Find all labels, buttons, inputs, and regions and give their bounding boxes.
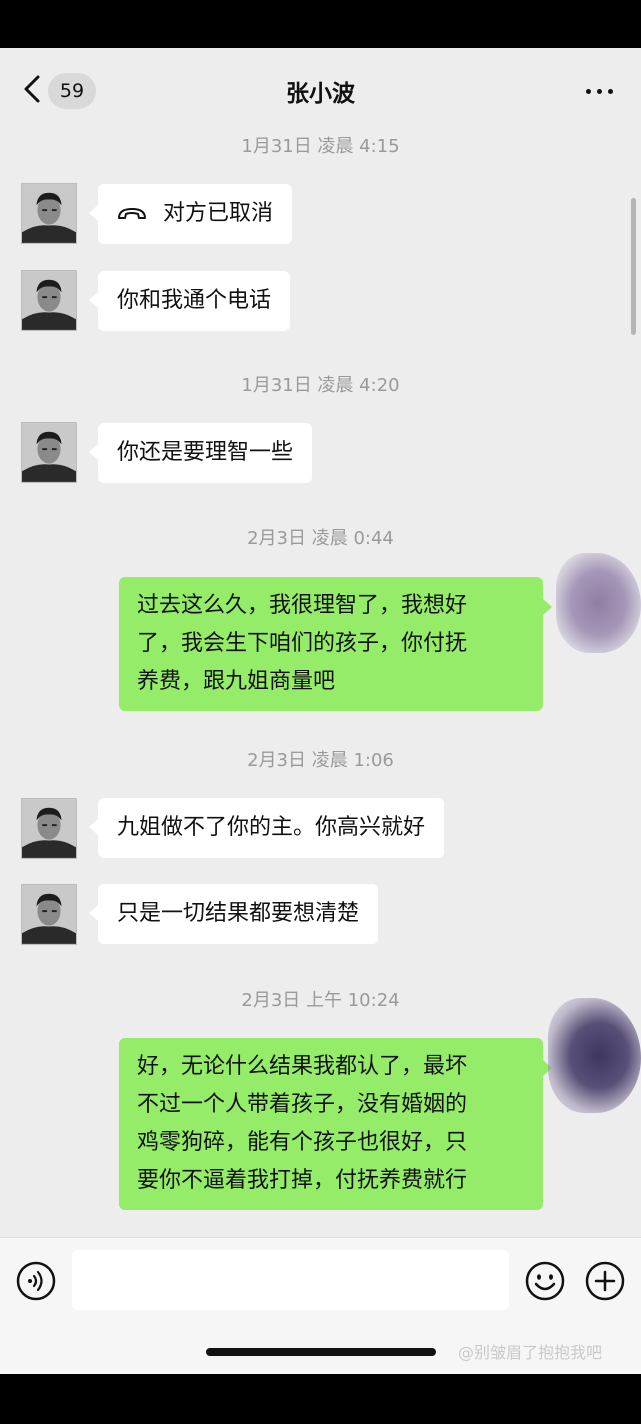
bottom-frame	[0, 1374, 641, 1424]
message-line: 养费，跟九姐商量吧	[137, 669, 336, 694]
chat-header: 59 张小波	[0, 48, 641, 126]
redacted-avatar	[556, 553, 641, 653]
message-line: 好，无论什么结果我都认了，最坏	[137, 1054, 468, 1079]
chat-title: 张小波	[286, 81, 355, 107]
incoming-message-bubble[interactable]: 你和我通个电话	[88, 271, 291, 331]
message-line: 要你不逼着我打掉，付抚养费就行	[137, 1168, 468, 1193]
message-line: 不过一个人带着孩子，没有婚姻的	[137, 1092, 468, 1117]
incoming-message-bubble[interactable]: 你还是要理智一些	[88, 423, 313, 483]
message-timestamp: 1月31日 凌晨 4:20	[241, 375, 400, 396]
avatar[interactable]	[21, 270, 77, 331]
avatar[interactable]	[21, 884, 77, 945]
message-line: 过去这么久，我很理智了，我想好	[137, 593, 468, 618]
message-input[interactable]	[72, 1250, 509, 1310]
avatar[interactable]	[21, 422, 77, 483]
avatar[interactable]	[21, 798, 77, 859]
home-indicator[interactable]	[206, 1348, 436, 1356]
avatar-portrait-icon	[22, 799, 76, 858]
call-status-text: 对方已取消	[163, 201, 274, 226]
message-timestamp: 2月3日 凌晨 1:06	[247, 750, 394, 771]
avatar-portrait-icon	[22, 184, 76, 243]
message-timestamp: 1月31日 凌晨 4:15	[241, 136, 400, 157]
message-timestamp: 2月3日 凌晨 0:44	[247, 528, 394, 549]
incoming-message-bubble[interactable]: 九姐做不了你的主。你高兴就好	[88, 798, 445, 858]
outgoing-message-bubble[interactable]: 好，无论什么结果我都认了，最坏 不过一个人带着孩子，没有婚姻的 鸡零狗碎，能有个…	[119, 1038, 552, 1210]
avatar-portrait-icon	[22, 885, 76, 944]
phone-hangup-icon	[118, 208, 146, 219]
incoming-message-bubble[interactable]: 只是一切结果都要想清楚	[88, 884, 379, 944]
plus-button[interactable]	[585, 1261, 625, 1301]
voice-button[interactable]	[16, 1261, 56, 1301]
avatar-portrait-icon	[22, 423, 76, 482]
message-line: 鸡零狗碎，能有个孩子也很好，只	[137, 1130, 468, 1155]
avatar-portrait-icon	[22, 271, 76, 330]
message-timestamp: 2月3日 上午 10:24	[241, 990, 400, 1011]
incoming-message-bubble[interactable]: 对方已取消	[88, 184, 293, 244]
chat-screen: 59 张小波 1月31日 凌晨 4:15 对方已取消 你和我通个电话 1月31日…	[0, 48, 641, 1374]
outgoing-message-bubble[interactable]: 过去这么久，我很理智了，我想好 了，我会生下咱们的孩子，你付抚 养费，跟九姐商量…	[119, 577, 552, 711]
message-line: 了，我会生下咱们的孩子，你付抚	[137, 631, 468, 656]
voice-icon	[16, 1261, 56, 1301]
scrollbar[interactable]	[631, 198, 636, 335]
avatar[interactable]	[21, 183, 77, 244]
emoji-button[interactable]	[525, 1261, 565, 1301]
redacted-avatar	[548, 998, 641, 1113]
more-dots-icon[interactable]	[580, 76, 620, 106]
emoji-icon	[525, 1261, 565, 1301]
plus-icon	[585, 1261, 625, 1301]
watermark: @别皱眉了抱抱我吧	[458, 1343, 603, 1362]
input-bar: @别皱眉了抱抱我吧	[0, 1237, 641, 1374]
